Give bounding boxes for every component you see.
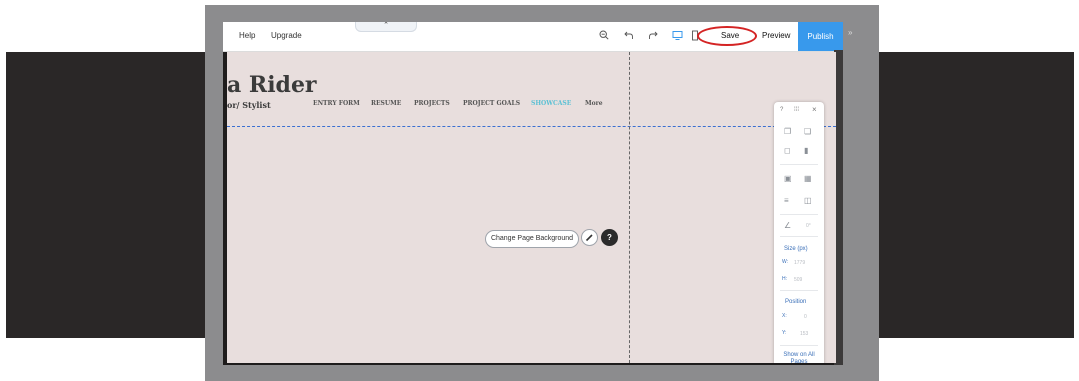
redo-icon[interactable] xyxy=(648,30,658,44)
header-guide-line xyxy=(227,126,836,127)
stretch-icon[interactable]: ◫ xyxy=(804,196,812,205)
page-edge-guide-line xyxy=(629,52,630,363)
width-value[interactable]: 1779 xyxy=(794,260,805,266)
nav-item-more[interactable]: More xyxy=(585,100,603,107)
collapse-panels-button[interactable]: » xyxy=(848,28,852,37)
nav-item-projects[interactable]: PROJECTS xyxy=(414,100,450,107)
delete-icon[interactable]: ▮ xyxy=(804,146,808,155)
nav-item-resume[interactable]: RESUME xyxy=(371,100,401,107)
preview-button[interactable]: Preview xyxy=(762,31,790,40)
nav-item-project-goals[interactable]: PROJECT GOALS xyxy=(463,100,520,107)
panel-help-icon[interactable]: ? xyxy=(780,107,783,113)
height-value[interactable]: 509 xyxy=(794,277,802,283)
copy-icon[interactable]: ❐ xyxy=(784,127,791,136)
save-highlight-circle xyxy=(697,26,757,46)
y-value[interactable]: 153 xyxy=(800,331,808,337)
duplicate-icon[interactable]: ◻ xyxy=(784,146,791,155)
inspector-panel: ? ⁞⁞⁞ × ❐ ❏ ◻ ▮ ▣ ▦ ≡ ◫ ∠ 0° Size (px) W… xyxy=(774,102,824,363)
undo-icon[interactable] xyxy=(624,30,634,44)
collapse-topbar-button[interactable]: ⌃ xyxy=(355,22,417,32)
zoom-out-icon[interactable] xyxy=(599,30,609,44)
editor-window: Help Upgrade ⌃ Save Preview Publish a Ri… xyxy=(223,22,843,365)
editor-top-bar: Help Upgrade ⌃ Save Preview Publish xyxy=(223,22,843,52)
change-page-background-button[interactable]: Change Page Background xyxy=(485,230,579,248)
rotation-value[interactable]: 0° xyxy=(806,223,811,229)
upgrade-menu[interactable]: Upgrade xyxy=(271,31,302,40)
desktop-view-icon[interactable] xyxy=(672,30,683,45)
publish-button[interactable]: Publish xyxy=(798,22,843,51)
help-icon[interactable]: ? xyxy=(601,229,618,246)
align-icon[interactable]: ▦ xyxy=(804,174,812,183)
site-title[interactable]: a Rider xyxy=(227,72,317,98)
panel-close-icon[interactable]: × xyxy=(812,105,817,114)
arrange-icon[interactable]: ▣ xyxy=(784,174,792,183)
size-label: Size (px) xyxy=(784,246,808,252)
y-label: Y: xyxy=(782,330,787,336)
rotate-icon[interactable]: ∠ xyxy=(784,221,791,230)
height-label: H: xyxy=(782,276,787,282)
page-canvas[interactable]: a Rider or/ Stylist ENTRY FORM RESUME PR… xyxy=(227,52,836,363)
width-label: W: xyxy=(782,259,789,265)
panel-drag-handle-icon[interactable]: ⁞⁞⁞ xyxy=(794,107,799,113)
position-label: Position xyxy=(785,299,807,305)
paste-icon[interactable]: ❏ xyxy=(804,127,811,136)
x-label: X: xyxy=(782,313,787,319)
nav-item-showcase[interactable]: SHOWCASE xyxy=(531,100,571,107)
eyedropper-icon[interactable] xyxy=(581,229,598,246)
distribute-icon[interactable]: ≡ xyxy=(784,196,789,205)
x-value[interactable]: 0 xyxy=(804,314,807,320)
help-menu[interactable]: Help xyxy=(239,31,255,40)
show-on-all-pages-label: Show on All Pages xyxy=(783,352,815,363)
nav-item-entry-form[interactable]: ENTRY FORM xyxy=(313,100,360,107)
site-subtitle[interactable]: or/ Stylist xyxy=(227,100,271,110)
